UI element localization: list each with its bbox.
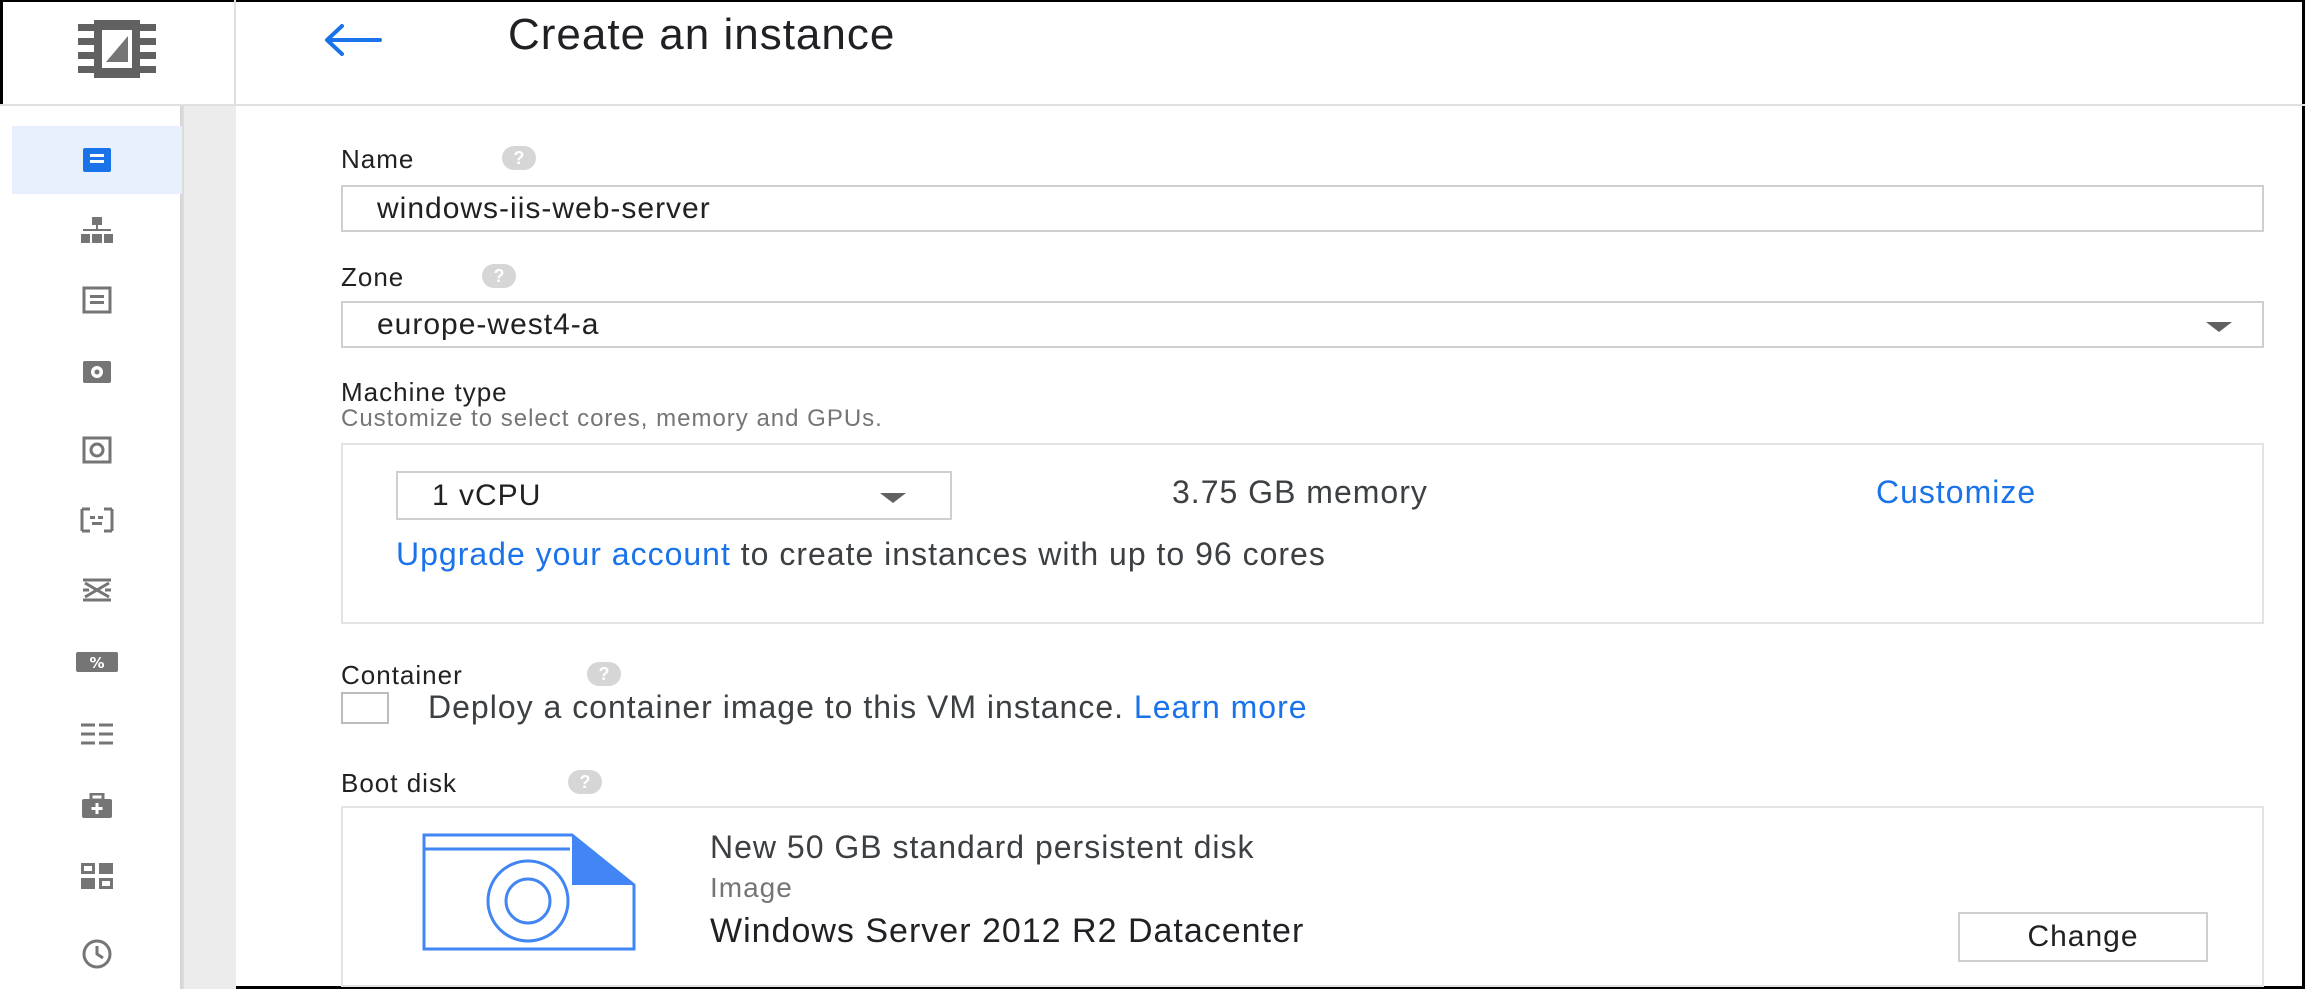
sidebar: % bbox=[0, 0, 236, 989]
vm-instances-icon bbox=[83, 148, 111, 172]
container-option: Deploy a container image to this VM inst… bbox=[428, 689, 1308, 726]
nav-item-operations[interactable] bbox=[12, 920, 182, 988]
nav-item-instance-groups[interactable] bbox=[12, 196, 182, 264]
nav-item-disks[interactable] bbox=[12, 338, 182, 406]
nav-item-vm-instances[interactable] bbox=[12, 126, 182, 194]
deploy-container-text: Deploy a container image to this VM inst… bbox=[428, 689, 1124, 725]
upgrade-description: to create instances with up to 96 cores bbox=[730, 536, 1326, 572]
zone-select-value: europe-west4-a bbox=[377, 307, 600, 341]
container-help-icon[interactable]: ? bbox=[587, 662, 621, 686]
operations-icon bbox=[82, 939, 112, 969]
nav-item-instance-templates[interactable] bbox=[12, 266, 182, 334]
back-button[interactable] bbox=[322, 18, 382, 62]
disk-image-icon bbox=[422, 833, 636, 951]
tpus-icon bbox=[83, 578, 111, 602]
disks-icon bbox=[83, 361, 111, 383]
upgrade-line: Upgrade your account to create instances… bbox=[396, 536, 1326, 573]
cores-select[interactable]: 1 vCPU bbox=[396, 471, 952, 520]
instance-templates-icon bbox=[82, 286, 112, 314]
learn-more-link[interactable]: Learn more bbox=[1134, 689, 1308, 725]
nav-item-metadata[interactable] bbox=[12, 700, 182, 768]
machine-type-label: Machine type bbox=[341, 377, 508, 407]
nav-item-snapshots[interactable] bbox=[12, 416, 182, 484]
memory-text: 3.75 GB memory bbox=[1172, 474, 1428, 510]
container-label: Container bbox=[341, 660, 463, 690]
committed-use-discounts-icon: % bbox=[76, 652, 118, 672]
instance-groups-icon bbox=[81, 217, 113, 243]
page-header: Create an instance bbox=[236, 0, 2305, 106]
compute-engine-logo[interactable] bbox=[0, 0, 236, 106]
name-input[interactable] bbox=[341, 185, 2264, 232]
nav-item-tpus[interactable] bbox=[12, 556, 182, 624]
machine-type-hint: Customize to select cores, memory and GP… bbox=[341, 405, 883, 432]
snapshots-icon bbox=[82, 436, 112, 464]
deploy-container-checkbox[interactable] bbox=[341, 692, 389, 724]
arrow-left-icon bbox=[325, 24, 382, 56]
svg-text:%: % bbox=[89, 654, 104, 672]
zone-label: Zone bbox=[341, 262, 405, 292]
upgrade-account-link[interactable]: Upgrade your account bbox=[396, 536, 731, 572]
cores-select-value: 1 vCPU bbox=[432, 478, 542, 512]
nav-item-zones[interactable] bbox=[12, 842, 182, 910]
name-help-icon[interactable]: ? bbox=[502, 146, 536, 170]
nav-item-images[interactable] bbox=[12, 486, 182, 554]
health-checks-icon bbox=[82, 793, 112, 818]
page-title: Create an instance bbox=[508, 10, 896, 59]
boot-disk-help-icon[interactable]: ? bbox=[568, 770, 602, 794]
boot-disk-image-label: Image bbox=[710, 872, 793, 903]
images-icon bbox=[80, 507, 114, 533]
compute-engine-chip-icon bbox=[78, 20, 156, 78]
boot-disk-label: Boot disk bbox=[341, 768, 457, 798]
customize-link[interactable]: Customize bbox=[1876, 474, 2036, 511]
chevron-down-icon bbox=[880, 492, 906, 503]
nav-item-health-checks[interactable] bbox=[12, 772, 182, 840]
boot-disk-description: New 50 GB standard persistent disk bbox=[710, 829, 1255, 865]
change-boot-disk-button[interactable]: Change bbox=[1958, 912, 2208, 962]
name-label: Name bbox=[341, 144, 415, 174]
nav-item-committed-use-discounts[interactable]: % bbox=[12, 628, 182, 696]
boot-disk-image-name: Windows Server 2012 R2 Datacenter bbox=[710, 912, 1305, 950]
chevron-down-icon bbox=[2206, 321, 2232, 332]
nav-gutter bbox=[182, 106, 236, 989]
zones-icon bbox=[81, 863, 113, 889]
zone-help-icon[interactable]: ? bbox=[482, 264, 516, 288]
metadata-icon bbox=[81, 723, 113, 745]
zone-select[interactable]: europe-west4-a bbox=[341, 301, 2264, 348]
